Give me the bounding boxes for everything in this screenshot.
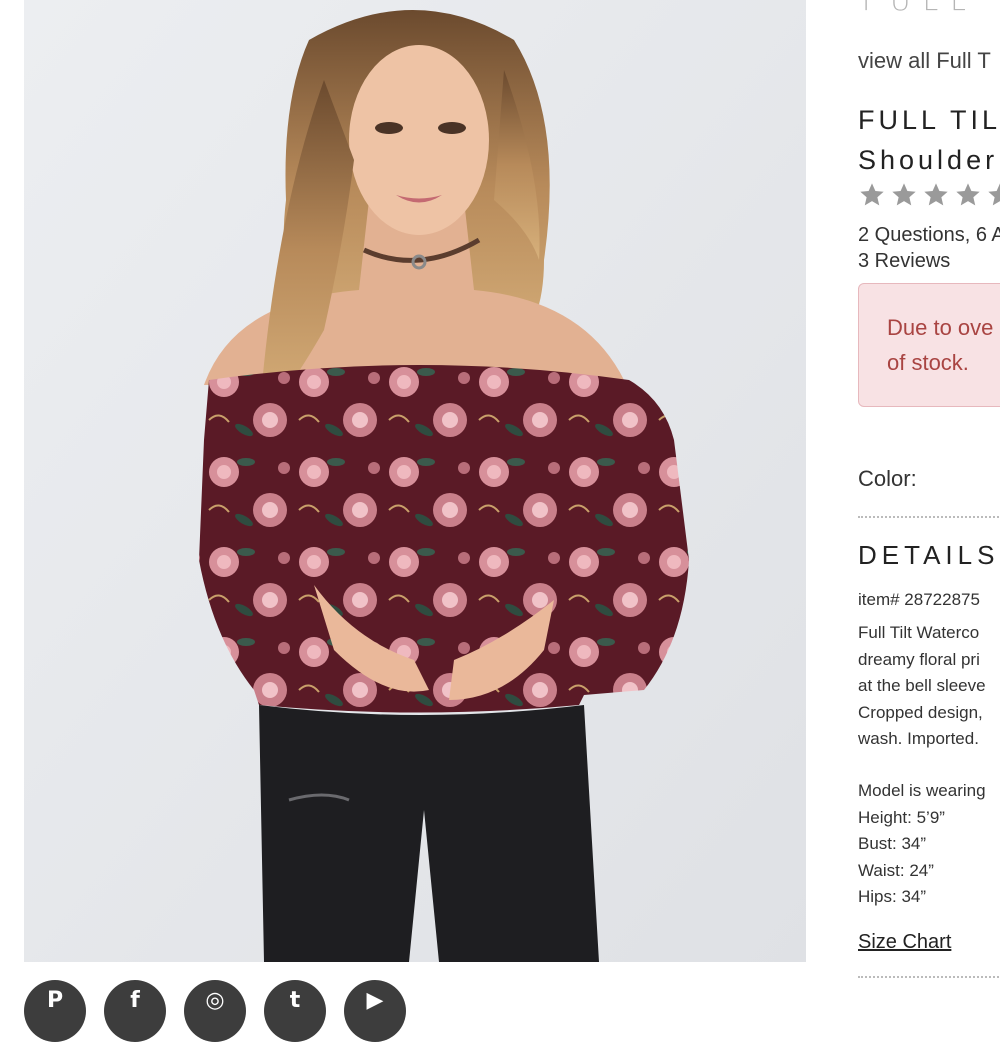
product-image[interactable] [24, 0, 806, 962]
pinterest-icon[interactable]: P [24, 980, 86, 1042]
model-height: Height: 5’9” [858, 807, 945, 827]
reviews-link[interactable]: 3 Reviews [858, 248, 1000, 274]
stock-alert-line2: of stock. [887, 350, 969, 375]
description-line: at the bell sleeve [858, 676, 986, 695]
twitter-icon[interactable]: t [264, 980, 326, 1042]
star-icon [924, 183, 948, 206]
description-line: Full Tilt Waterco [858, 623, 980, 642]
description-line: Cropped design, [858, 702, 983, 722]
description-line: dreamy floral pri [858, 649, 980, 669]
description-line: wash. Imported. [858, 729, 979, 748]
divider [858, 516, 1000, 518]
product-title-line1: FULL TIL [858, 105, 1000, 135]
product-title: FULL TIL Shoulder [858, 100, 1000, 180]
instagram-icon[interactable]: ◎ [184, 980, 246, 1042]
details-heading[interactable]: DETAILS [858, 540, 999, 571]
qa-reviews-summary: 2 Questions, 6 A 3 Reviews [858, 222, 1000, 274]
model-hips: Hips: 34” [858, 887, 927, 906]
color-label: Color: [858, 466, 917, 491]
model-waist: Waist: 24” [858, 860, 934, 880]
star-icon [892, 183, 916, 206]
rating-stars[interactable] [858, 180, 1000, 215]
model-measurements: Model is wearing Height: 5’9” Bust: 34” … [858, 778, 986, 911]
model-line: Model is wearing [858, 781, 986, 800]
divider [858, 976, 1000, 978]
view-all-brand-link[interactable]: view all Full T [858, 48, 991, 74]
star-icon [956, 183, 980, 206]
brand-logo[interactable]: FULL [862, 0, 978, 17]
star-icon [860, 183, 884, 206]
product-title-line2: Shoulder [858, 145, 999, 175]
stock-alert: Due to ove of stock. [858, 283, 1000, 407]
stock-alert-text: Due to ove of stock. [887, 310, 993, 380]
model-photo-illustration [24, 0, 806, 962]
star-icon [988, 183, 1000, 206]
questions-answers-link[interactable]: 2 Questions, 6 A [858, 222, 1000, 248]
youtube-icon[interactable]: ▶ [344, 980, 406, 1042]
facebook-icon[interactable]: f [104, 980, 166, 1042]
item-number: item# 28722875 [858, 590, 980, 609]
product-description: Full Tilt Waterco dreamy floral pri at t… [858, 620, 986, 753]
stock-alert-line1: Due to ove [887, 315, 994, 340]
model-bust: Bust: 34” [858, 834, 927, 853]
product-info-panel: FULL view all Full T FULL TIL Shoulder 2… [858, 0, 1000, 1000]
size-chart-link[interactable]: Size Chart [858, 931, 951, 954]
